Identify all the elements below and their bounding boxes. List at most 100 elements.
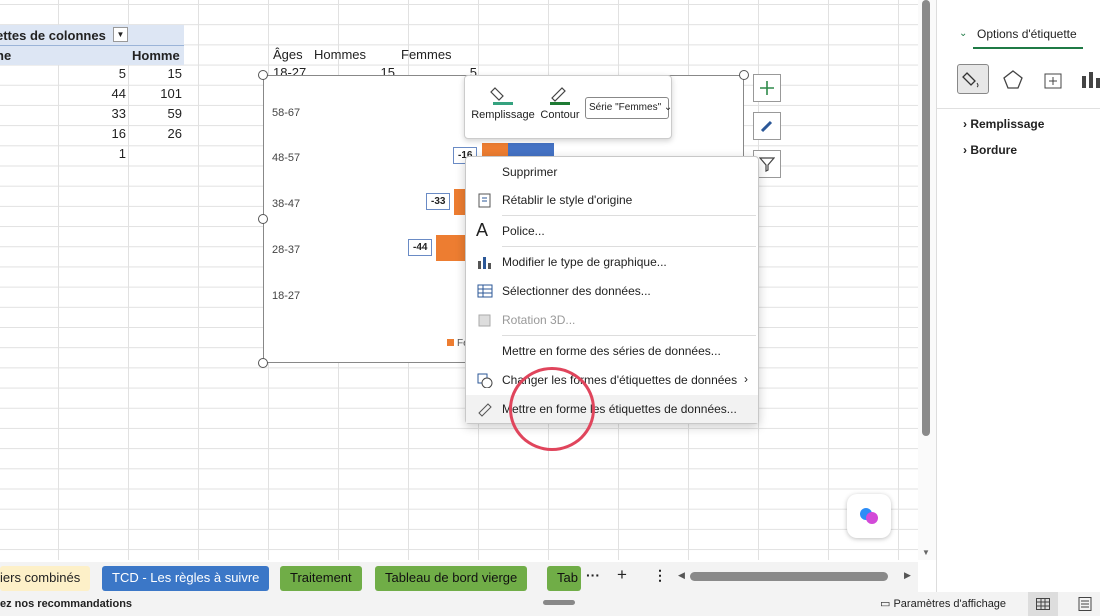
resize-handle[interactable]	[258, 214, 268, 224]
section-bordure[interactable]: › Bordure	[963, 143, 1017, 157]
pivot-col2-label: Homme	[132, 48, 180, 63]
menu-separator	[502, 335, 756, 336]
resize-handle[interactable]	[258, 358, 268, 368]
table-header-hommes[interactable]: Hommes	[314, 47, 366, 62]
scroll-right-icon[interactable]: ▶	[904, 570, 911, 581]
reset-style-icon	[478, 193, 491, 208]
chevron-right-icon: ›	[744, 372, 748, 386]
menu-item-font[interactable]: A Police...	[466, 217, 758, 245]
active-tab-underline	[973, 47, 1083, 49]
data-label[interactable]: -33	[426, 193, 451, 210]
section-label: Bordure	[970, 143, 1018, 157]
pivot-cell[interactable]: 16	[70, 126, 126, 141]
font-icon: A	[476, 220, 489, 240]
pivot-filter-dropdown[interactable]: ▼	[113, 27, 128, 42]
y-axis-label: 28-37	[272, 244, 301, 256]
filter-icon	[759, 157, 775, 172]
pivot-cell[interactable]: 1	[70, 146, 126, 161]
pivot-cell[interactable]: 15	[130, 66, 182, 81]
pivot-column-header: ettes de colonnes ▼	[0, 25, 184, 45]
legend-swatch	[447, 339, 454, 346]
sheet-tab[interactable]: Tab	[547, 566, 581, 591]
bar-femmes-28-37[interactable]	[436, 235, 466, 261]
data-label[interactable]: -44	[408, 239, 433, 256]
table-header-femmes[interactable]: Femmes	[401, 47, 452, 62]
resize-grip[interactable]	[543, 600, 575, 605]
menu-item-label: Sélectionner des données...	[502, 284, 651, 298]
menu-item-label: Mettre en forme des séries de données...	[502, 344, 721, 358]
menu-item-change-chart-type[interactable]: Modifier le type de graphique...	[466, 248, 758, 276]
pivot-cell[interactable]: 33	[70, 106, 126, 121]
normal-view-button[interactable]	[1028, 592, 1058, 616]
scroll-left-icon[interactable]: ◀	[678, 570, 685, 581]
effects-tab[interactable]	[1001, 68, 1025, 92]
menu-item-change-label-shapes[interactable]: Changer les formes d'étiquettes de donné…	[466, 366, 758, 394]
menu-item-format-series[interactable]: Mettre en forme des séries de données...	[466, 337, 758, 365]
chevron-down-icon: ⌄	[663, 102, 673, 113]
resize-handle[interactable]	[258, 70, 268, 80]
select-data-icon	[477, 284, 493, 298]
menu-item-delete[interactable]: Supprimer	[466, 158, 758, 186]
paint-bucket-icon	[490, 87, 513, 105]
shapes-icon	[477, 373, 493, 388]
chart-styles-button[interactable]	[753, 112, 781, 140]
series-select[interactable]: Série "Femmes" ⌄	[585, 97, 673, 119]
chevron-down-icon[interactable]: ⌄	[959, 28, 967, 39]
sheet-tab-active[interactable]: TCD - Les règles à suivre	[102, 566, 270, 591]
table-header-ages[interactable]: Âges	[273, 47, 303, 62]
copilot-button[interactable]	[847, 494, 891, 538]
sheet-tab[interactable]: iers combinés	[0, 566, 91, 591]
fill-button[interactable]: Remplissage	[471, 84, 535, 121]
menu-item-label: Police...	[502, 224, 545, 238]
outline-label: Contour	[540, 109, 580, 121]
outline-button[interactable]: Contour	[537, 84, 583, 121]
fill-line-tab[interactable]	[957, 64, 989, 94]
vertical-scrollbar[interactable]: ▼	[918, 0, 936, 560]
add-sheet-icon[interactable]: +	[617, 565, 627, 585]
chart-type-icon	[478, 257, 491, 269]
display-settings-label: Paramètres d'affichage	[893, 598, 1007, 610]
panel-tab-label-options[interactable]: Options d'étiquette	[977, 27, 1077, 41]
pivot-cell[interactable]: 59	[130, 106, 182, 121]
y-axis-label: 38-47	[272, 198, 301, 210]
size-properties-tab[interactable]	[1041, 68, 1065, 92]
pivot-cell[interactable]: 26	[130, 126, 182, 141]
horizontal-scrollbar-thumb[interactable]	[690, 572, 888, 581]
resize-handle[interactable]	[739, 70, 749, 80]
pivot-cell[interactable]: 44	[70, 86, 126, 101]
section-label: Remplissage	[970, 117, 1045, 131]
page-layout-button[interactable]	[1070, 592, 1100, 616]
copilot-icon	[860, 508, 878, 524]
pivot-col1-label: ne	[0, 48, 12, 63]
menu-item-label: Rétablir le style d'origine	[502, 193, 633, 207]
pivot-subheader: ne Homme	[0, 45, 184, 65]
pivot-cell[interactable]: 5	[70, 66, 126, 81]
menu-item-rotation-3d[interactable]: Rotation 3D...	[466, 306, 758, 334]
menu-item-select-data[interactable]: Sélectionner des données...	[466, 277, 758, 305]
status-recommendations[interactable]: ez nos recommandations	[0, 598, 132, 610]
chart-elements-button[interactable]	[753, 74, 781, 102]
size-properties-icon	[1044, 73, 1062, 89]
monitor-icon: ▭	[880, 598, 891, 610]
menu-item-label: Rotation 3D...	[502, 313, 576, 327]
menu-item-label: Supprimer	[502, 165, 558, 179]
sheet-tab[interactable]: Tableau de bord vierge	[375, 566, 528, 591]
menu-item-label: Modifier le type de graphique...	[502, 255, 667, 269]
series-select-value: Série "Femmes"	[589, 102, 662, 113]
display-settings-button[interactable]: ▭ Paramètres d'affichage	[880, 597, 1006, 610]
menu-item-reset-style[interactable]: Rétablir le style d'origine	[466, 186, 758, 214]
y-axis-label: 18-27	[272, 290, 301, 302]
more-tabs-icon[interactable]: ···	[586, 567, 600, 583]
pivot-header-label: ettes de colonnes	[0, 28, 106, 43]
label-options-tab[interactable]	[1079, 68, 1100, 92]
plus-icon	[760, 81, 774, 95]
scroll-down-icon[interactable]: ▼	[922, 548, 930, 557]
sheet-tab-bar: iers combinés TCD - Les règles à suivre …	[0, 562, 918, 592]
divider	[937, 108, 1100, 109]
sheet-tab[interactable]: Traitement	[280, 566, 362, 591]
context-menu: Supprimer Rétablir le style d'origine A …	[465, 156, 759, 424]
tab-options-icon[interactable]: ⋮	[653, 567, 667, 584]
section-remplissage[interactable]: › Remplissage	[963, 117, 1044, 131]
scrollbar-thumb[interactable]	[922, 0, 930, 436]
pivot-cell[interactable]: 101	[130, 86, 182, 101]
